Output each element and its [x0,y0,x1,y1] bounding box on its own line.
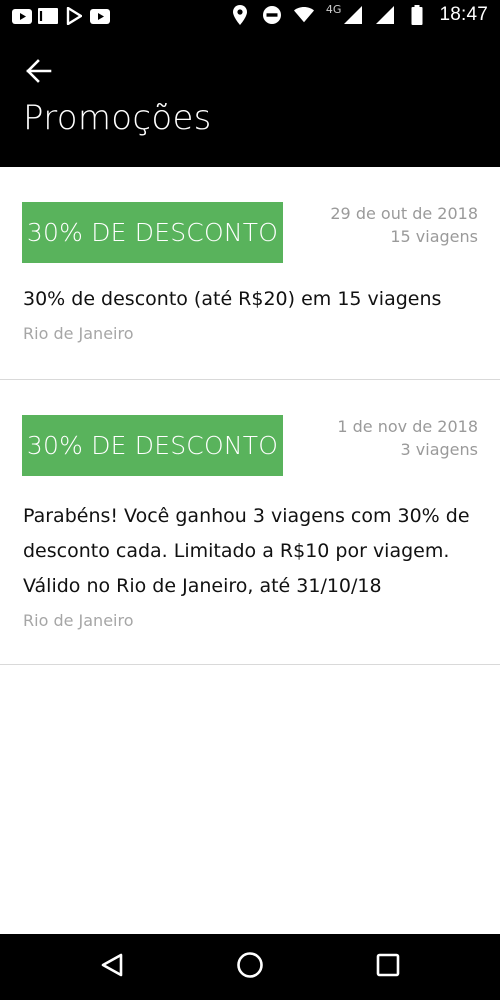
clock: 18:47 [439,4,488,25]
back-button[interactable] [20,54,58,92]
promo-date: 1 de nov de 2018 [337,417,478,436]
back-triangle-icon [99,952,125,982]
signal-icon [343,5,363,25]
location-icon [230,5,250,25]
promotions-list: 30% DE DESCONTO 29 de out de 2018 15 via… [0,167,500,665]
discount-badge: 30% DE DESCONTO [22,415,283,476]
wifi-icon [293,5,314,25]
nav-back-button[interactable] [94,949,130,985]
status-bar: 4G 18:47 [0,0,500,34]
promo-description: Parabéns! Você ganhou 3 viagens com 30% … [23,505,470,597]
promo-date: 29 de out de 2018 [330,204,478,223]
promo-meta: 29 de out de 2018 15 viagens [330,202,478,248]
promo-meta: 1 de nov de 2018 3 viagens [337,415,478,461]
youtube-icon [90,6,110,26]
promo-trips: 3 viagens [400,440,478,459]
promo-card[interactable]: 30% DE DESCONTO 1 de nov de 2018 3 viage… [0,380,500,665]
app-bar: Promoções [0,34,500,167]
promo-city: Rio de Janeiro [23,611,134,630]
system-status: 4G 18:47 [230,2,488,26]
promo-card[interactable]: 30% DE DESCONTO 29 de out de 2018 15 via… [0,167,500,380]
system-navigation-bar [0,934,500,1000]
page-title: Promoções [23,98,212,138]
do-not-disturb-icon [262,5,282,25]
mail-icon [38,6,58,26]
promo-trips: 15 viagens [390,227,478,246]
promo-description: 30% de desconto (até R$20) em 15 viagens [23,288,442,310]
play-store-icon [64,6,84,26]
youtube-icon [12,6,32,26]
arrow-left-icon [26,59,52,87]
recents-square-icon [376,953,400,981]
notification-icons [12,6,110,26]
nav-recents-button[interactable] [370,949,406,985]
nav-home-button[interactable] [232,949,268,985]
discount-badge: 30% DE DESCONTO [22,202,283,263]
signal-icon [375,5,395,25]
network-type-label: 4G [325,2,342,16]
battery-icon [407,5,427,25]
home-circle-icon [236,951,264,983]
promo-city: Rio de Janeiro [23,324,134,343]
